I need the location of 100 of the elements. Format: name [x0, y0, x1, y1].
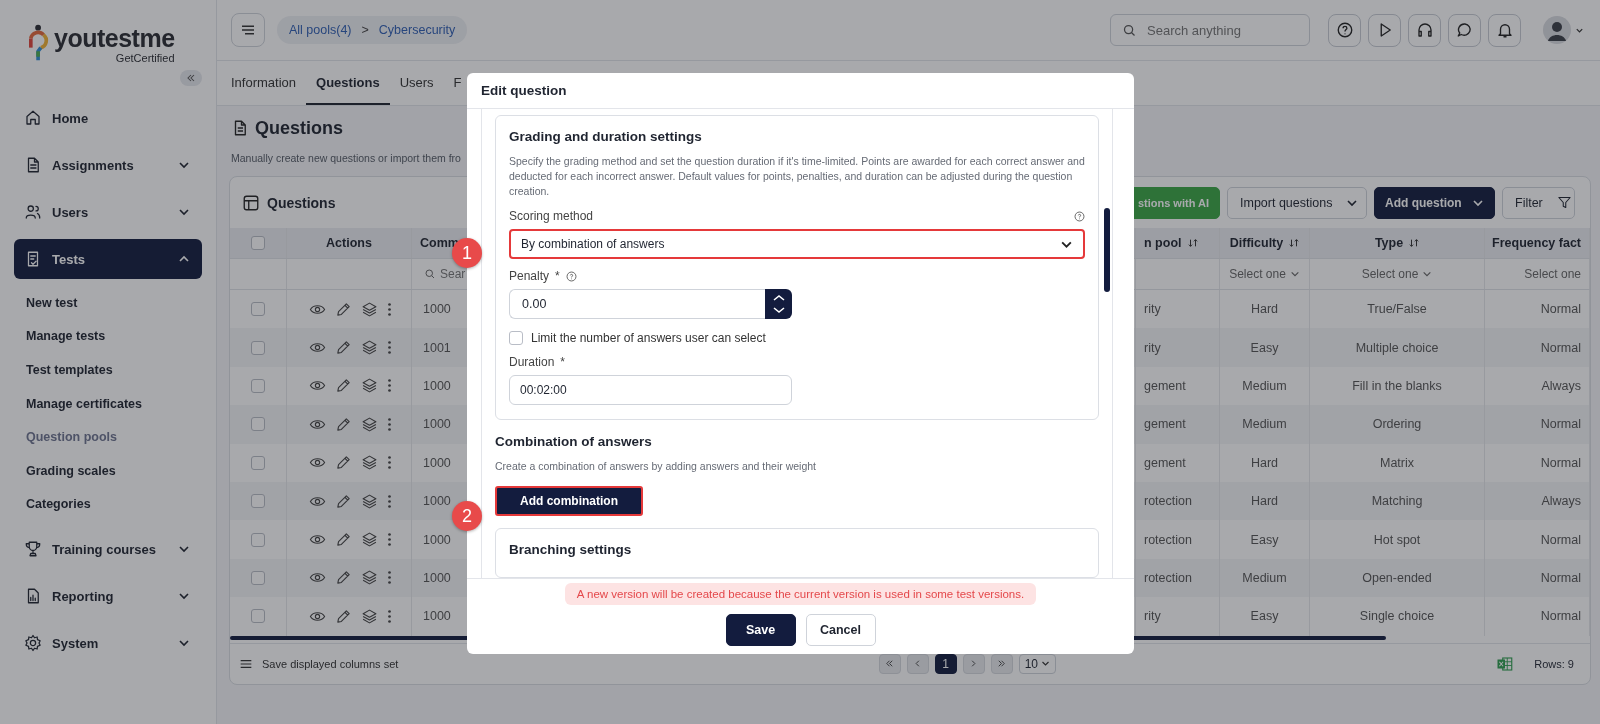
select-dropdown[interactable]: Select one: [1361, 267, 1433, 281]
layers-icon[interactable]: [361, 339, 378, 357]
toolbar-button[interactable]: Add question: [1374, 186, 1495, 219]
column-header[interactable]: Type: [1310, 228, 1485, 258]
save-columns-link[interactable]: Save displayed columns set: [262, 657, 399, 670]
menu-button[interactable]: [231, 13, 265, 47]
limit-checkbox[interactable]: [509, 331, 523, 345]
search-field[interactable]: Search anything: [1110, 14, 1310, 46]
help-icon[interactable]: [565, 270, 577, 282]
pencil-icon[interactable]: [335, 607, 352, 625]
caret-icon: [1041, 659, 1050, 668]
more-icon[interactable]: [387, 340, 392, 356]
more-icon[interactable]: [387, 608, 392, 624]
cancel-button[interactable]: Cancel: [805, 614, 876, 646]
column-header[interactable]: Actions: [287, 228, 412, 258]
scrollbar-thumb[interactable]: [1104, 208, 1110, 292]
nav-subitem[interactable]: Grading scales: [14, 453, 202, 488]
table-cell: Normal: [1485, 328, 1590, 367]
previous-page-button[interactable]: [906, 653, 929, 674]
collapse-button[interactable]: [180, 70, 202, 86]
nav-subitem[interactable]: Categories: [14, 487, 202, 522]
layers-icon[interactable]: [361, 569, 378, 587]
next-page-button[interactable]: [962, 653, 985, 674]
save-button[interactable]: Save: [725, 614, 796, 646]
play-button[interactable]: [1368, 13, 1401, 47]
row-checkbox[interactable]: [251, 340, 265, 355]
pencil-icon[interactable]: [335, 300, 352, 318]
pencil-icon[interactable]: [335, 569, 352, 587]
nav-subitem[interactable]: Test templates: [14, 353, 202, 387]
toolbar-button[interactable]: Filter: [1502, 186, 1575, 219]
chat-button[interactable]: [1448, 13, 1481, 47]
gear-icon: [24, 634, 42, 653]
nav-item[interactable]: Training courses: [14, 529, 202, 570]
nav-subitem[interactable]: New test: [14, 286, 202, 320]
last-page-button[interactable]: [990, 653, 1013, 674]
scoring-method-select[interactable]: By combination of answers: [509, 229, 1085, 259]
nav-item[interactable]: System: [14, 623, 202, 664]
nav-subitem[interactable]: Manage tests: [14, 319, 202, 354]
toolbar-button[interactable]: Import questions: [1227, 186, 1367, 219]
layers-icon[interactable]: [361, 492, 378, 510]
column-header[interactable]: Frequency fact: [1485, 228, 1590, 258]
more-icon[interactable]: [387, 493, 392, 509]
more-icon[interactable]: [387, 416, 392, 432]
breadcrumb-link[interactable]: All pools(4): [289, 23, 352, 37]
pencil-icon[interactable]: [335, 454, 352, 472]
pencil-icon[interactable]: [335, 492, 352, 510]
more-icon[interactable]: [387, 455, 392, 471]
users-icon: [24, 203, 42, 221]
help-button[interactable]: [1328, 13, 1361, 47]
nav-item[interactable]: Tests: [14, 239, 202, 279]
nav-item[interactable]: Reporting: [14, 576, 202, 617]
more-icon[interactable]: [387, 532, 392, 548]
row-checkbox[interactable]: [251, 417, 265, 432]
pencil-icon[interactable]: [335, 531, 352, 549]
layers-icon[interactable]: [361, 377, 378, 395]
table-cell: rity: [1136, 328, 1220, 367]
pencil-icon[interactable]: [335, 339, 352, 357]
row-checkbox[interactable]: [251, 609, 265, 624]
row-checkbox[interactable]: [251, 455, 265, 470]
spinner-button[interactable]: [765, 289, 792, 319]
select-all-checkbox[interactable]: [251, 236, 265, 250]
penalty-input[interactable]: 0.00: [509, 289, 765, 319]
pencil-icon[interactable]: [335, 415, 352, 433]
nav-item[interactable]: Home: [14, 98, 202, 138]
nav-item[interactable]: Assignments: [14, 145, 202, 185]
layers-icon[interactable]: [361, 531, 378, 549]
layers-icon[interactable]: [361, 454, 378, 472]
select-dropdown[interactable]: Select one: [1524, 267, 1581, 281]
more-icon[interactable]: [387, 570, 392, 586]
layers-icon[interactable]: [361, 300, 378, 318]
add-combination-button[interactable]: Add combination: [495, 486, 643, 516]
spreadsheet-icon[interactable]: [1496, 654, 1515, 673]
breadcrumb-separator: >: [361, 23, 369, 37]
row-checkbox[interactable]: [251, 302, 265, 317]
layers-icon[interactable]: [361, 415, 378, 433]
tab[interactable]: Questions: [306, 61, 390, 105]
column-header[interactable]: Difficulty: [1220, 228, 1310, 258]
tab[interactable]: Users: [389, 61, 444, 105]
duration-input[interactable]: 00:02:00: [509, 375, 792, 405]
tab[interactable]: Information: [221, 61, 307, 105]
more-icon[interactable]: [387, 301, 392, 317]
breadcrumb-link[interactable]: Cybersecurity: [378, 23, 456, 37]
bell-button[interactable]: [1488, 13, 1521, 47]
row-checkbox[interactable]: [251, 570, 265, 585]
row-checkbox[interactable]: [251, 494, 265, 509]
table-cell: gement: [1136, 405, 1220, 444]
layers-icon[interactable]: [361, 607, 378, 625]
column-header[interactable]: n pool: [1136, 228, 1220, 258]
page-button[interactable]: 1: [934, 653, 957, 674]
first-page-button[interactable]: [878, 653, 901, 674]
help-icon[interactable]: [1074, 210, 1085, 222]
headset-button[interactable]: [1408, 13, 1441, 47]
nav-item[interactable]: Users: [14, 192, 202, 232]
pencil-icon[interactable]: [335, 377, 352, 395]
select-dropdown[interactable]: Select one: [1229, 267, 1300, 281]
row-checkbox[interactable]: [251, 532, 265, 547]
row-checkbox[interactable]: [251, 378, 265, 393]
more-icon[interactable]: [387, 378, 392, 394]
nav-subitem[interactable]: Manage certificates: [14, 386, 202, 421]
tab[interactable]: F: [443, 61, 472, 105]
